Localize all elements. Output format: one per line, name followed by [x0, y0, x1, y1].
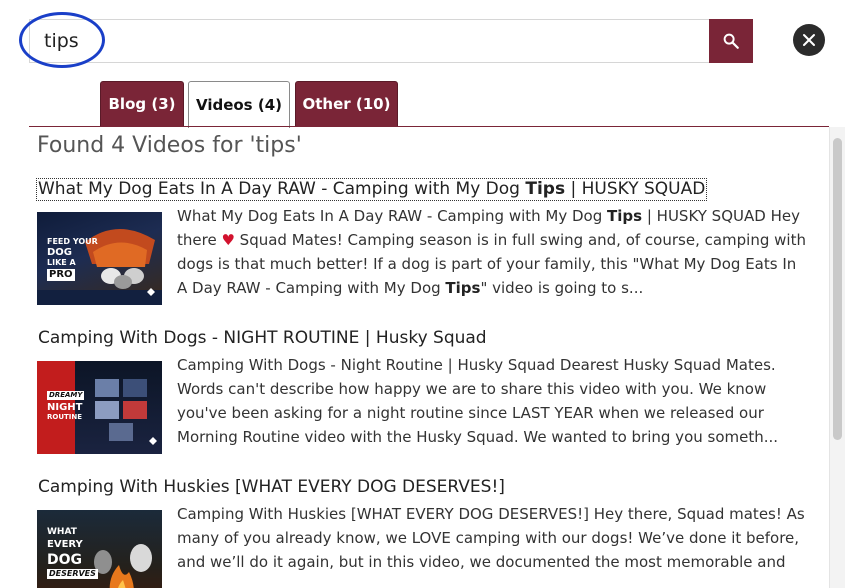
- result-item: Camping With Dogs - NIGHT ROUTINE | Husk…: [37, 328, 817, 454]
- thumbnail-caption: PRO: [47, 269, 75, 281]
- thumbnail-caption: NIGHT: [47, 402, 83, 413]
- results-heading: Found 4 Videos for 'tips': [37, 133, 302, 158]
- close-button[interactable]: [793, 24, 825, 56]
- video-thumbnail[interactable]: FEED YOUR DOG LIKE A PRO: [37, 212, 162, 305]
- video-thumbnail[interactable]: WHAT EVERY DOG DESERVES: [37, 510, 162, 588]
- thumbnail-caption: WHAT: [47, 527, 77, 537]
- result-item: Camping With Huskies [WHAT EVERY DOG DES…: [37, 477, 817, 588]
- thumbnail-caption: DREAMY: [47, 391, 85, 400]
- heart-icon: ♥: [221, 231, 235, 249]
- thumbnail-caption: LIKE A: [47, 258, 76, 267]
- search-box: [29, 19, 709, 63]
- result-title-link[interactable]: Camping With Huskies [WHAT EVERY DOG DES…: [37, 477, 506, 498]
- thumbnail-caption: EVERY: [47, 539, 83, 550]
- result-title-text: What My Dog Eats In A Day RAW - Camping …: [38, 179, 526, 199]
- thumbnail-caption: DOG: [47, 552, 83, 568]
- result-item: What My Dog Eats In A Day RAW - Camping …: [35, 178, 817, 305]
- tab-other[interactable]: Other (10): [295, 81, 398, 127]
- thumbnail-caption: DOG: [47, 247, 73, 258]
- result-snippet: What My Dog Eats In A Day RAW - Camping …: [177, 207, 806, 297]
- video-thumbnail[interactable]: DREAMY NIGHT ROUTINE: [37, 361, 162, 454]
- result-title-link[interactable]: What My Dog Eats In A Day RAW - Camping …: [35, 178, 708, 201]
- search-icon: [723, 33, 739, 49]
- search-input[interactable]: [44, 26, 644, 56]
- tab-videos[interactable]: Videos (4): [188, 81, 290, 128]
- thumbnail-caption: ROUTINE: [47, 413, 83, 421]
- close-icon: [803, 34, 815, 46]
- result-title-highlight: Tips: [525, 179, 566, 199]
- tab-blog[interactable]: Blog (3): [100, 81, 184, 127]
- result-title-text: Camping With Dogs - NIGHT ROUTINE | Husk…: [38, 328, 487, 348]
- result-title-text: | HUSKY SQUAD: [565, 179, 706, 199]
- result-snippet: Camping With Dogs - Night Routine | Husk…: [177, 356, 779, 446]
- thumbnail-caption: DESERVES: [47, 569, 98, 579]
- results-scrollbar-thumb[interactable]: [833, 138, 842, 440]
- result-snippet: Camping With Huskies [WHAT EVERY DOG DES…: [177, 505, 805, 571]
- thumbnail-caption: FEED YOUR: [47, 237, 98, 246]
- search-button[interactable]: [709, 19, 753, 63]
- result-title-link[interactable]: Camping With Dogs - NIGHT ROUTINE | Husk…: [37, 328, 488, 349]
- result-title-text: Camping With Huskies [WHAT EVERY DOG DES…: [38, 477, 505, 497]
- results-panel: Found 4 Videos for 'tips' What My Dog Ea…: [29, 127, 845, 588]
